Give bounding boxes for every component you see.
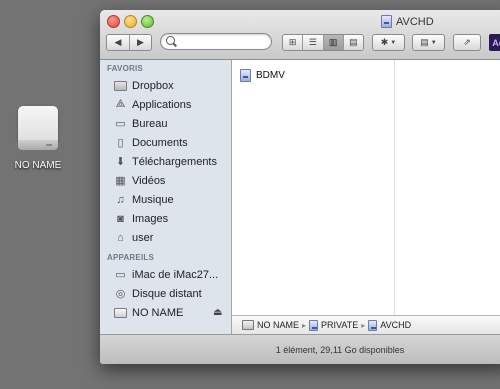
- sidebar-item-label: Documents: [132, 136, 188, 149]
- drive-icon: [381, 15, 392, 28]
- sidebar-item-label: user: [132, 231, 154, 244]
- back-button[interactable]: ◀: [107, 35, 130, 50]
- desktop-drive[interactable]: NO NAME: [8, 104, 68, 171]
- home-icon: ⌂: [117, 231, 124, 244]
- drive-icon: [240, 69, 251, 82]
- downloads-icon: ⬇: [115, 156, 126, 168]
- arrange-button[interactable]: ▤ ▼: [412, 34, 445, 51]
- path-separator: ▸: [361, 320, 366, 330]
- arrange-icon: ▤: [420, 37, 429, 47]
- drive-icon: [368, 319, 378, 331]
- sidebar-item-label: NO NAME: [132, 306, 184, 319]
- view-mode-control: ⊞ ☰ ▥ ▤: [282, 34, 364, 51]
- sidebar-item-dropbox[interactable]: Dropbox: [100, 76, 231, 95]
- sidebar-item-imac[interactable]: ▭ iMac de iMac27...: [100, 265, 231, 284]
- status-bar: 1 élément, 29,11 Go disponibles: [100, 334, 500, 364]
- sidebar-item-videos[interactable]: ▦ Vidéos: [100, 171, 231, 190]
- path-segment-no-name[interactable]: NO NAME: [257, 320, 299, 330]
- sidebar-item-user[interactable]: ⌂ user: [100, 228, 231, 247]
- sidebar-item-label: Vidéos: [132, 174, 166, 187]
- path-segment-private[interactable]: PRIVATE: [321, 320, 358, 330]
- list-view-button[interactable]: ☰: [303, 35, 324, 50]
- music-icon: ♫: [116, 193, 125, 206]
- eject-icon[interactable]: ⏏: [213, 307, 222, 318]
- desktop-drive-label: NO NAME: [14, 160, 62, 171]
- column-view-button[interactable]: ▥: [323, 35, 344, 50]
- coverflow-view-icon: ▤: [349, 37, 358, 47]
- zoom-button[interactable]: [141, 15, 154, 28]
- icon-view-button[interactable]: ⊞: [283, 35, 304, 50]
- icon-view-icon: ⊞: [288, 37, 297, 47]
- titlebar: AVCHD ◀ ▶ ⊞ ☰ ▥ ▤ ✱ ▼ ▤ ▼ ⇗ Ae: [100, 10, 500, 60]
- path-separator: ▸: [302, 320, 307, 330]
- sidebar-item-bureau[interactable]: ▭ Bureau: [100, 114, 231, 133]
- sidebar-item-remote-disc[interactable]: ◎ Disque distant: [100, 284, 231, 303]
- list-view-icon: ☰: [308, 37, 317, 47]
- column-divider[interactable]: [394, 60, 395, 322]
- close-button[interactable]: [107, 15, 120, 28]
- desktop-icon: ▭: [115, 118, 126, 130]
- column-view-icon: ▥: [328, 37, 338, 47]
- gear-icon: ✱: [380, 37, 389, 47]
- nav-buttons: ◀ ▶: [106, 34, 152, 51]
- share-button[interactable]: ⇗: [453, 34, 481, 51]
- sidebar: FAVORIS Dropbox ⟁ Applications ▭ Bureau …: [100, 60, 232, 334]
- sidebar-item-label: Musique: [132, 193, 174, 206]
- movies-icon: ▦: [115, 175, 126, 187]
- status-text: 1 élément, 29,11 Go disponibles: [275, 344, 405, 355]
- after-effects-app-icon[interactable]: Ae: [489, 34, 500, 51]
- search-input[interactable]: [160, 33, 272, 50]
- sidebar-item-label: Dropbox: [132, 79, 174, 92]
- share-icon: ⇗: [463, 37, 471, 47]
- sidebar-item-downloads[interactable]: ⬇ Téléchargements: [100, 152, 231, 171]
- back-arrow-icon: ◀: [114, 37, 122, 47]
- pictures-icon: ◙: [117, 212, 124, 225]
- external-drive-icon: [242, 320, 254, 330]
- sidebar-item-label: Bureau: [132, 117, 168, 130]
- external-drive-icon: [114, 307, 127, 319]
- window-title-text: AVCHD: [396, 15, 434, 28]
- path-segment-avchd[interactable]: AVCHD: [380, 320, 411, 330]
- documents-icon: ▯: [117, 137, 124, 149]
- sidebar-item-music[interactable]: ♫ Musique: [100, 190, 231, 209]
- chevron-down-icon: ▼: [390, 39, 397, 46]
- remote-disc-icon: ◎: [115, 288, 126, 300]
- column-browser: BDMV NO NAME ▸ PRIVATE ▸ AVCHD: [232, 60, 500, 334]
- sidebar-item-label: Applications: [132, 98, 192, 111]
- forward-arrow-icon: ▶: [137, 37, 144, 47]
- finder-window: AVCHD ◀ ▶ ⊞ ☰ ▥ ▤ ✱ ▼ ▤ ▼ ⇗ Ae: [100, 10, 500, 364]
- window-title: AVCHD: [381, 15, 434, 28]
- sidebar-item-images[interactable]: ◙ Images: [100, 209, 231, 228]
- list-item[interactable]: BDMV: [240, 69, 285, 82]
- search-icon: [166, 36, 175, 45]
- file-name: BDMV: [256, 70, 285, 81]
- sidebar-item-label: iMac de iMac27...: [132, 268, 219, 281]
- minimize-button[interactable]: [124, 15, 137, 28]
- sidebar-item-applications[interactable]: ⟁ Applications: [100, 95, 231, 114]
- favorites-heading: FAVORIS: [107, 64, 143, 73]
- sidebar-item-label: Images: [132, 212, 169, 225]
- forward-button[interactable]: ▶: [129, 35, 151, 50]
- sidebar-item-label: Disque distant: [132, 287, 202, 300]
- external-drive-icon[interactable]: [16, 104, 60, 156]
- path-bar: NO NAME ▸ PRIVATE ▸ AVCHD: [232, 315, 500, 334]
- folder-icon: [114, 80, 127, 92]
- action-button[interactable]: ✱ ▼: [372, 34, 405, 51]
- applications-icon: ⟁: [115, 98, 126, 110]
- chevron-down-icon: ▼: [430, 39, 437, 46]
- sidebar-item-no-name[interactable]: NO NAME ⏏: [100, 303, 231, 322]
- imac-icon: ▭: [115, 269, 126, 281]
- drive-icon: [309, 319, 319, 331]
- sidebar-item-label: Téléchargements: [132, 155, 217, 168]
- sidebar-item-documents[interactable]: ▯ Documents: [100, 133, 231, 152]
- devices-heading: APPAREILS: [107, 253, 154, 262]
- coverflow-view-button[interactable]: ▤: [343, 35, 363, 50]
